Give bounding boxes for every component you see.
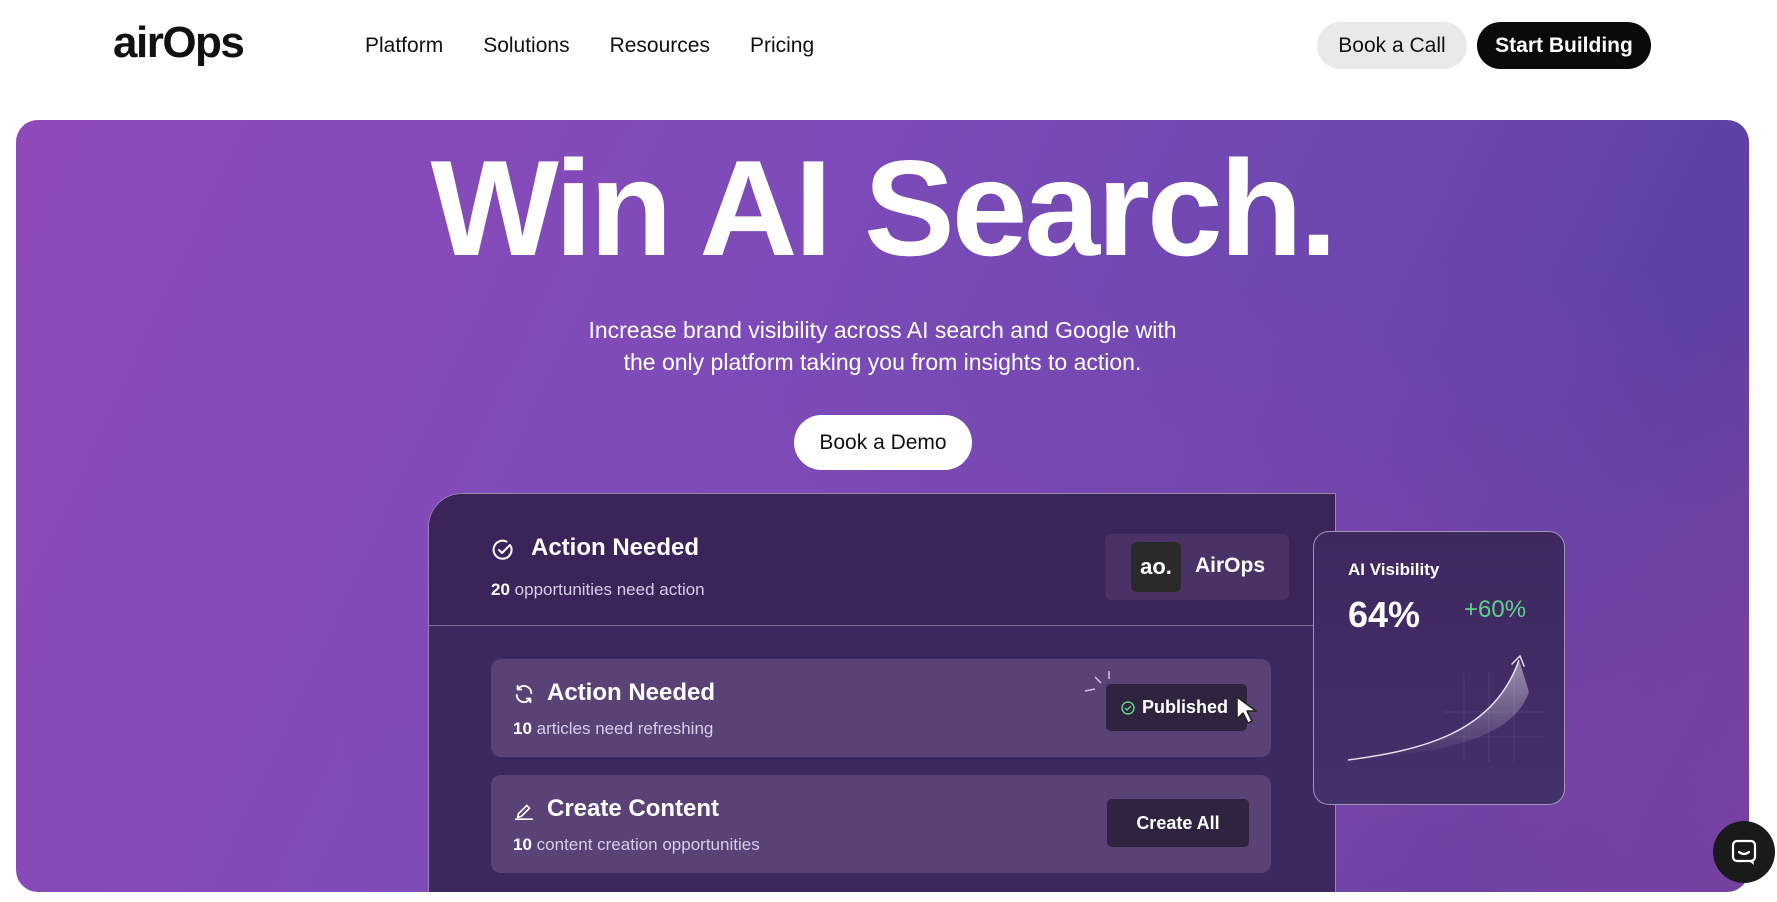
chat-icon	[1731, 839, 1757, 865]
create-text: content creation opportunities	[536, 835, 760, 854]
refresh-count: 10	[513, 719, 532, 738]
start-building-button[interactable]: Start Building	[1477, 22, 1651, 69]
panel-header: Action Needed 20 opportunities need acti…	[429, 494, 1335, 626]
hero-subtitle: Increase brand visibility across AI sear…	[16, 314, 1749, 378]
chat-button[interactable]	[1713, 821, 1775, 883]
visibility-growth-chart	[1347, 654, 1544, 762]
published-badge[interactable]: Published	[1106, 684, 1247, 731]
hero-subtitle-line-2: the only platform taking you from insigh…	[623, 349, 1142, 375]
refresh-card-title: Action Needed	[547, 679, 716, 706]
hero-section: Win AI Search. Increase brand visibility…	[16, 120, 1749, 892]
published-icon	[1121, 700, 1135, 715]
cursor-icon	[1236, 696, 1257, 724]
create-content-card: Create Content 10 content creation oppor…	[491, 775, 1271, 873]
site-header: airOps Platform Solutions Resources Pric…	[0, 0, 1777, 92]
panel-header-title: Action Needed	[531, 534, 700, 561]
nav-platform[interactable]: Platform	[365, 34, 443, 58]
brand-logo: ao.	[1131, 542, 1181, 592]
published-label: Published	[1142, 697, 1229, 717]
create-content-subtitle: 10 content creation opportunities	[513, 835, 760, 855]
refresh-card: Action Needed 10 articles need refreshin…	[491, 659, 1271, 757]
brand-name: AirOps	[1195, 554, 1266, 577]
brand-chip: ao. AirOps	[1105, 534, 1289, 600]
ai-visibility-card: AI Visibility 64% +60%	[1313, 531, 1565, 805]
hero-subtitle-line-1: Increase brand visibility across AI sear…	[588, 317, 1177, 343]
book-demo-button[interactable]: Book a Demo	[794, 415, 972, 470]
ai-visibility-value: 64%	[1348, 594, 1421, 635]
nav-solutions[interactable]: Solutions	[483, 34, 569, 58]
refresh-icon	[515, 684, 533, 704]
hero-title: Win AI Search.	[430, 132, 1338, 284]
nav-resources[interactable]: Resources	[610, 34, 710, 58]
ai-visibility-title: AI Visibility	[1348, 560, 1440, 579]
create-count: 10	[513, 835, 532, 854]
book-call-button[interactable]: Book a Call	[1317, 22, 1467, 69]
opportunity-count: 20	[491, 580, 510, 599]
ai-visibility-delta: +60%	[1464, 596, 1527, 623]
logo[interactable]: airOps	[113, 18, 245, 68]
refresh-text: articles need refreshing	[536, 719, 714, 738]
opportunity-text: opportunities need action	[514, 580, 705, 599]
panel-header-subtitle: 20 opportunities need action	[491, 580, 705, 600]
create-all-button[interactable]: Create All	[1107, 799, 1249, 847]
refresh-card-subtitle: 10 articles need refreshing	[513, 719, 713, 739]
check-circle-icon	[492, 539, 513, 560]
pencil-icon	[514, 804, 534, 820]
dashboard-panel: Action Needed 20 opportunities need acti…	[428, 493, 1336, 892]
growth-area	[1348, 660, 1529, 760]
main-nav: Platform Solutions Resources Pricing	[365, 34, 814, 58]
create-content-title: Create Content	[547, 795, 720, 822]
nav-pricing[interactable]: Pricing	[750, 34, 814, 58]
